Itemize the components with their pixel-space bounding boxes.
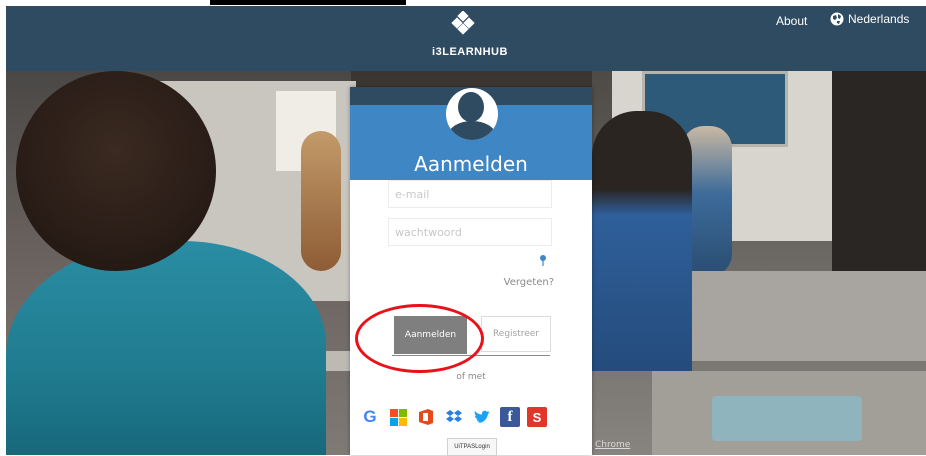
login-title: Aanmelden bbox=[414, 152, 528, 176]
logo-icon[interactable] bbox=[451, 11, 475, 35]
panel-header: Aanmelden bbox=[350, 88, 592, 180]
language-label: Nederlands bbox=[848, 12, 910, 26]
dropbox-icon[interactable] bbox=[444, 407, 464, 427]
chrome-link[interactable]: Chrome bbox=[595, 440, 630, 450]
user-avatar-icon bbox=[446, 88, 498, 140]
google-icon[interactable]: G bbox=[360, 407, 380, 427]
microsoft-icon[interactable] bbox=[388, 407, 408, 427]
top-black-bar bbox=[210, 0, 406, 5]
email-input[interactable] bbox=[388, 180, 552, 208]
password-input[interactable] bbox=[388, 218, 552, 246]
about-link[interactable]: About bbox=[776, 14, 807, 28]
pin-icon bbox=[540, 255, 546, 266]
office-icon[interactable] bbox=[416, 407, 436, 427]
smartschool-icon[interactable]: S bbox=[527, 407, 547, 427]
twitter-icon[interactable] bbox=[472, 407, 492, 427]
globe-icon bbox=[830, 12, 844, 26]
or-with-label: of met bbox=[456, 372, 486, 382]
language-selector[interactable]: Nederlands bbox=[830, 12, 909, 26]
facebook-icon[interactable]: f bbox=[500, 407, 520, 427]
brand-name: i3LEARNHUB bbox=[432, 46, 508, 58]
register-button[interactable]: Registreer bbox=[481, 316, 551, 352]
social-login-row: G f S bbox=[360, 407, 590, 429]
highlight-circle bbox=[355, 304, 484, 373]
uitpas-login-button[interactable]: UiTPASLogin bbox=[447, 438, 497, 456]
forgot-password-link[interactable]: Vergeten? bbox=[500, 277, 554, 288]
login-panel: Aanmelden Vergeten? Aanmelden Registreer… bbox=[350, 87, 592, 456]
